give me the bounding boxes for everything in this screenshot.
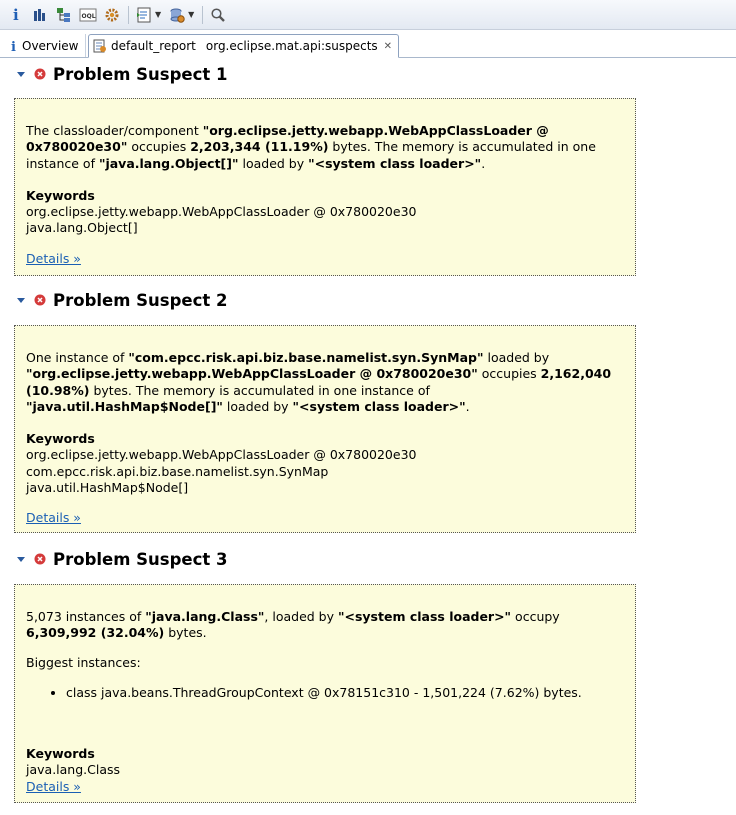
chevron-down-icon[interactable] (16, 295, 26, 305)
details-link[interactable]: Details » (26, 779, 81, 795)
keyword: java.util.HashMap$Node[] (26, 480, 189, 496)
keyword: java.lang.Class (26, 762, 121, 778)
suspect-description: One instance of "com.epcc.risk.api.biz.b… (26, 350, 625, 415)
chevron-down-icon[interactable] (16, 69, 26, 79)
search-icon[interactable] (208, 5, 228, 25)
section-header: Problem Suspect 2 (16, 289, 228, 311)
histogram-icon[interactable] (30, 5, 50, 25)
error-icon (34, 294, 46, 306)
toolbar-separator (202, 5, 204, 24)
details-link[interactable]: Details » (26, 510, 81, 526)
section-header: Problem Suspect 1 (16, 63, 228, 85)
report-icon (93, 39, 106, 53)
gear-icon[interactable] (102, 5, 122, 25)
emphasized-text: "java.lang.Class" (145, 609, 265, 624)
emphasized-text: "com.epcc.risk.api.biz.base.namelist.syn… (128, 350, 484, 365)
chevron-down-icon[interactable]: ▼ (188, 10, 194, 19)
keyword: org.eclipse.jetty.webapp.WebAppClassLoad… (26, 204, 417, 220)
section-header: Problem Suspect 3 (16, 548, 228, 570)
chevron-down-icon[interactable] (16, 554, 26, 564)
text-run: One instance of (26, 350, 129, 365)
text-run: 5,073 instances of (26, 609, 146, 624)
tab-overview[interactable]: i Overview (4, 34, 86, 57)
suspect-description: 5,073 instances of "java.lang.Class", lo… (26, 609, 625, 642)
error-icon (34, 68, 46, 80)
emphasized-text: "java.util.HashMap$Node[]" (26, 398, 223, 414)
query-browser-icon[interactable] (134, 5, 154, 25)
info-icon[interactable]: i (6, 5, 26, 25)
heap-dump-icon[interactable] (167, 5, 187, 25)
keyword: com.epcc.risk.api.biz.base.namelist.syn.… (26, 463, 329, 479)
tab-label: Overview (22, 38, 79, 53)
keywords-heading: Keywords (26, 746, 95, 762)
suspect-box: One instance of "com.epcc.risk.api.biz.b… (14, 325, 636, 533)
text-run: . (481, 155, 486, 171)
text-run: occupies (127, 139, 191, 155)
suspect-box: 5,073 instances of "java.lang.Class", lo… (14, 584, 636, 803)
close-icon[interactable]: ✕ (384, 41, 392, 52)
keyword: org.eclipse.jetty.webapp.WebAppClassLoad… (26, 447, 417, 463)
tab-default-report[interactable]: default_report org.eclipse.mat.api:suspe… (88, 34, 400, 58)
oql-icon[interactable]: OQL (78, 5, 98, 25)
text-run: loaded by (483, 350, 550, 365)
emphasized-text: "<system class loader>" (337, 609, 512, 624)
text-run: , loaded by (264, 609, 338, 624)
keyword: java.lang.Object[] (26, 220, 138, 236)
list-item: class java.beans.ThreadGroupContext @ 0x… (66, 685, 625, 701)
toolbar: i OQL ▼ ▼ (0, 0, 736, 30)
text-run: The classloader/component (26, 123, 203, 138)
emphasized-text: "org.eclipse.jetty.webapp.WebAppClassLoa… (26, 366, 478, 382)
svg-text:i: i (11, 40, 16, 53)
section-title: Problem Suspect 3 (53, 549, 228, 569)
emphasized-text: "<system class loader>" (308, 155, 482, 171)
text-run: occupy (511, 609, 560, 624)
tab-sublabel: org.eclipse.mat.api:suspects (205, 39, 378, 53)
editor-tab-bar: i Overview default_report org.eclipse.ma… (0, 34, 736, 58)
emphasized-text: 6,309,992 (32.04%) (26, 625, 165, 641)
keywords-heading: Keywords (26, 187, 95, 203)
svg-text:OQL: OQL (82, 13, 96, 20)
text-run: loaded by (222, 398, 293, 414)
text-run: bytes. (164, 625, 207, 641)
biggest-instances-heading: Biggest instances: (26, 654, 141, 670)
chevron-down-icon[interactable]: ▼ (155, 10, 161, 19)
emphasized-text: "java.lang.Object[]" (98, 155, 239, 171)
emphasized-text: 2,203,344 (11.19%) (190, 139, 329, 155)
section-title: Problem Suspect 2 (53, 290, 228, 310)
tab-label: default_report (111, 39, 196, 53)
text-run: occupies (477, 366, 541, 382)
text-run: . (465, 398, 470, 414)
emphasized-text: "<system class loader>" (292, 398, 466, 414)
info-icon: i (11, 40, 16, 53)
keywords-heading: Keywords (26, 431, 95, 447)
suspect-box: The classloader/component "org.eclipse.j… (14, 98, 636, 276)
section-title: Problem Suspect 1 (53, 64, 228, 84)
details-link[interactable]: Details » (26, 251, 81, 267)
suspect-description: The classloader/component "org.eclipse.j… (26, 123, 625, 172)
toolbar-separator (128, 5, 129, 24)
error-icon (34, 553, 46, 565)
text-run: loaded by (238, 155, 309, 171)
svg-text:i: i (13, 7, 19, 23)
text-run: bytes. The memory is accumulated in one … (89, 382, 430, 398)
biggest-instances-list: class java.beans.ThreadGroupContext @ 0x… (26, 685, 625, 701)
dominator-tree-icon[interactable] (54, 5, 74, 25)
